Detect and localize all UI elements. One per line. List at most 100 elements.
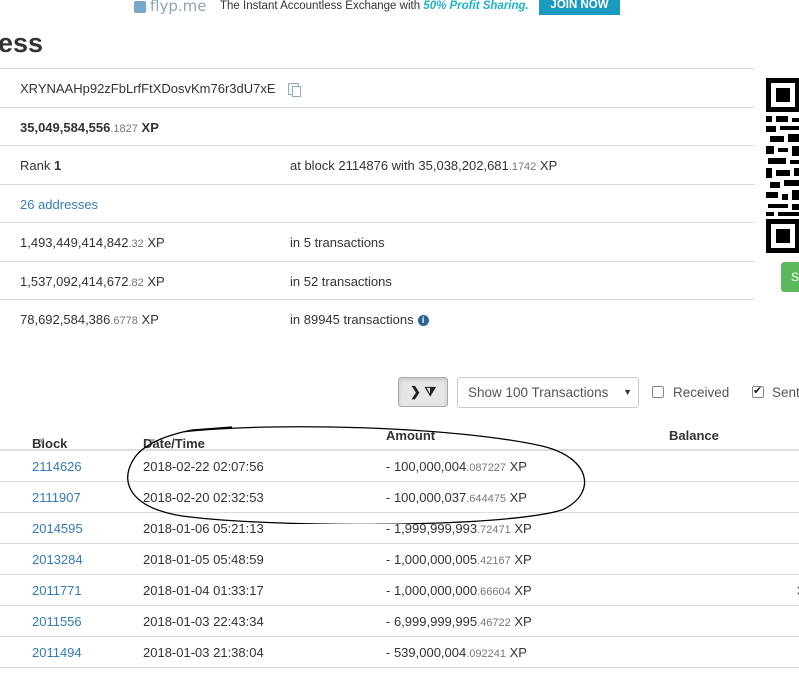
block-link[interactable]: 2114626: [32, 459, 82, 474]
tx-amount: - 1,000,000,005.42167 XP: [386, 552, 532, 567]
qr-finder-top: [766, 78, 799, 112]
qr-module: [766, 212, 774, 216]
other-tx-text: in 89945 transactions: [290, 312, 414, 327]
copy-icon[interactable]: [287, 83, 301, 97]
tx-amount: - 100,000,037.644475 XP: [386, 490, 527, 505]
tx-amount-main: - 1,000,000,000: [386, 583, 478, 598]
qr-module: [782, 194, 788, 200]
block-link[interactable]: 2111907: [32, 490, 81, 505]
address-value: XRYNAAHp92zFbLrfFtXDosvKm76r3dU7xE: [20, 81, 301, 97]
rank-number: 1: [53, 158, 62, 173]
sort-icon: ▼: [37, 436, 46, 446]
block-link[interactable]: 2013284: [32, 552, 83, 567]
qr-module: [778, 148, 788, 152]
tx-amount-frac: .087227: [466, 462, 506, 474]
balance-main: 35,049,584,556: [20, 119, 111, 135]
qr-module: [792, 190, 799, 200]
qr-module: [778, 212, 799, 216]
tx-amount-main: - 100,000,037: [386, 490, 467, 505]
qr-module: [794, 168, 799, 176]
tx-amount-unit: XP: [510, 614, 532, 629]
info-row-sent: 1,537,092,414,672.82 XP in 52 transactio…: [0, 262, 755, 300]
tx-amount-frac: .66604: [477, 586, 511, 598]
page-size-select[interactable]: Show 100 Transactions ▼: [457, 377, 639, 408]
sent-main: 1,537,092,414,672: [20, 273, 129, 289]
sent-tx-count: in 52 transactions: [290, 273, 392, 289]
address-info-table: XRYNAAHp92zFbLrfFtXDosvKm76r3dU7xE 35,04…: [0, 68, 755, 339]
rank-block-text: at block 2114876 with 35,038,202,681: [290, 158, 509, 173]
table-header: Block ▼ Date/Time ▼ Amount Balance: [0, 420, 799, 451]
other-main: 78,692,584,386: [20, 312, 111, 327]
page-size-value: Show 100 Transactions: [468, 385, 609, 400]
tx-amount-main: - 539,000,004: [386, 645, 467, 660]
table-row: 2011556 2018-01-03 22:43:34 - 6,999,999,99…: [0, 606, 799, 637]
tx-amount: - 539,000,004.092241 XP: [386, 645, 527, 660]
received-frac: .32: [128, 238, 144, 250]
tx-amount: - 100,000,004.087227 XP: [386, 459, 527, 474]
table-row: 2111907 2018-02-20 02:32:53 - 100,000,037.…: [0, 482, 799, 513]
banner-tagline-prefix: The Instant Accountless Exchange with: [220, 0, 424, 12]
filter-toggle-button[interactable]: ❯ ⧩: [398, 377, 448, 407]
tx-amount-main: - 100,000,004: [386, 459, 467, 474]
balance-unit: XP: [137, 119, 159, 135]
table-row: 2114626 2018-02-22 02:07:56 - 100,000,004.…: [0, 451, 799, 482]
tx-amount-unit: XP: [506, 490, 527, 505]
table-row: 2011771 2018-01-04 01:33:17 - 1,000,000,00…: [0, 575, 799, 606]
promo-banner: flyp.me The Instant Accountless Exchange…: [0, 0, 799, 16]
sent-unit: XP: [143, 273, 165, 289]
qr-module: [776, 116, 788, 122]
block-link[interactable]: 2014595: [32, 521, 83, 536]
table-row: 2014595 2018-01-06 05:21:13 - 1,999,999,99…: [0, 513, 799, 544]
sort-icon: ▼: [148, 436, 157, 446]
tx-amount-frac: .092241: [466, 648, 506, 660]
info-row-balance: 35,049,584,556.1827 XP: [0, 108, 755, 146]
flyp-logo[interactable]: flyp.me: [134, 0, 206, 15]
qr-module: [780, 126, 799, 130]
tx-amount: - 1,999,999,993.72471 XP: [386, 521, 532, 536]
qr-module: [784, 180, 799, 186]
addresses-link[interactable]: 26 addresses: [20, 197, 98, 212]
qr-module: [788, 134, 799, 142]
block-link[interactable]: 2011494: [32, 645, 82, 660]
tx-amount-frac: .72471: [477, 524, 511, 536]
address-text: XRYNAAHp92zFbLrfFtXDosvKm76r3dU7xE: [20, 81, 276, 96]
tx-date: 2018-02-20 02:32:53: [143, 490, 264, 505]
rank-block-info: at block 2114876 with 35,038,202,681.174…: [290, 158, 557, 173]
tx-amount: - 1,000,000,000.66604 XP: [386, 583, 532, 598]
tx-date: 2018-01-03 22:43:34: [143, 614, 264, 629]
sent-total: 1,537,092,414,672.82 XP: [20, 274, 165, 289]
qr-module: [768, 204, 788, 208]
balance-column-header: Balance: [669, 428, 719, 443]
received-main: 1,493,449,414,842: [20, 235, 129, 250]
block-link[interactable]: 2011771: [32, 583, 82, 598]
rank-block-frac: .1742: [508, 161, 537, 173]
info-icon[interactable]: i: [417, 315, 429, 326]
block-link[interactable]: 2011556: [32, 614, 82, 629]
tx-amount-unit: XP: [510, 552, 532, 567]
qr-module: [766, 146, 774, 154]
other-total: 78,692,584,386.6778 XP: [20, 312, 159, 327]
tx-amount-frac: .46722: [477, 617, 511, 629]
tx-date: 2018-01-03 21:38:04: [143, 645, 264, 660]
banner-tagline: The Instant Accountless Exchange with 50…: [220, 0, 529, 12]
send-button[interactable]: S: [781, 262, 799, 292]
table-row: 2011494 2018-01-03 21:38:04 - 539,000,004.…: [0, 637, 799, 668]
tx-amount-main: - 1,999,999,993: [386, 521, 478, 536]
info-row-address: XRYNAAHp92zFbLrfFtXDosvKm76r3dU7xE: [0, 69, 755, 108]
qr-code-image: [766, 78, 799, 253]
tx-amount-main: - 6,999,999,995: [386, 614, 478, 629]
sent-checkbox-label: Sent: [772, 385, 799, 400]
join-now-button[interactable]: JOIN NOW: [539, 0, 620, 15]
qr-module: [766, 116, 772, 122]
sent-checkbox[interactable]: [752, 384, 764, 398]
other-frac: .6778: [110, 315, 138, 327]
qr-finder-bottom: [766, 219, 799, 253]
info-row-addresses: 26 addresses: [0, 185, 755, 223]
received-checkbox[interactable]: [652, 386, 664, 398]
table-row: 2013284 2018-01-05 05:48:59 - 1,000,000,00…: [0, 544, 799, 575]
qr-module: [768, 158, 786, 164]
rank-block-unit: XP: [536, 158, 558, 173]
flyp-logo-text: flyp.me: [150, 0, 207, 15]
received-checkbox-label: Received: [673, 385, 730, 400]
qr-module: [776, 170, 790, 176]
